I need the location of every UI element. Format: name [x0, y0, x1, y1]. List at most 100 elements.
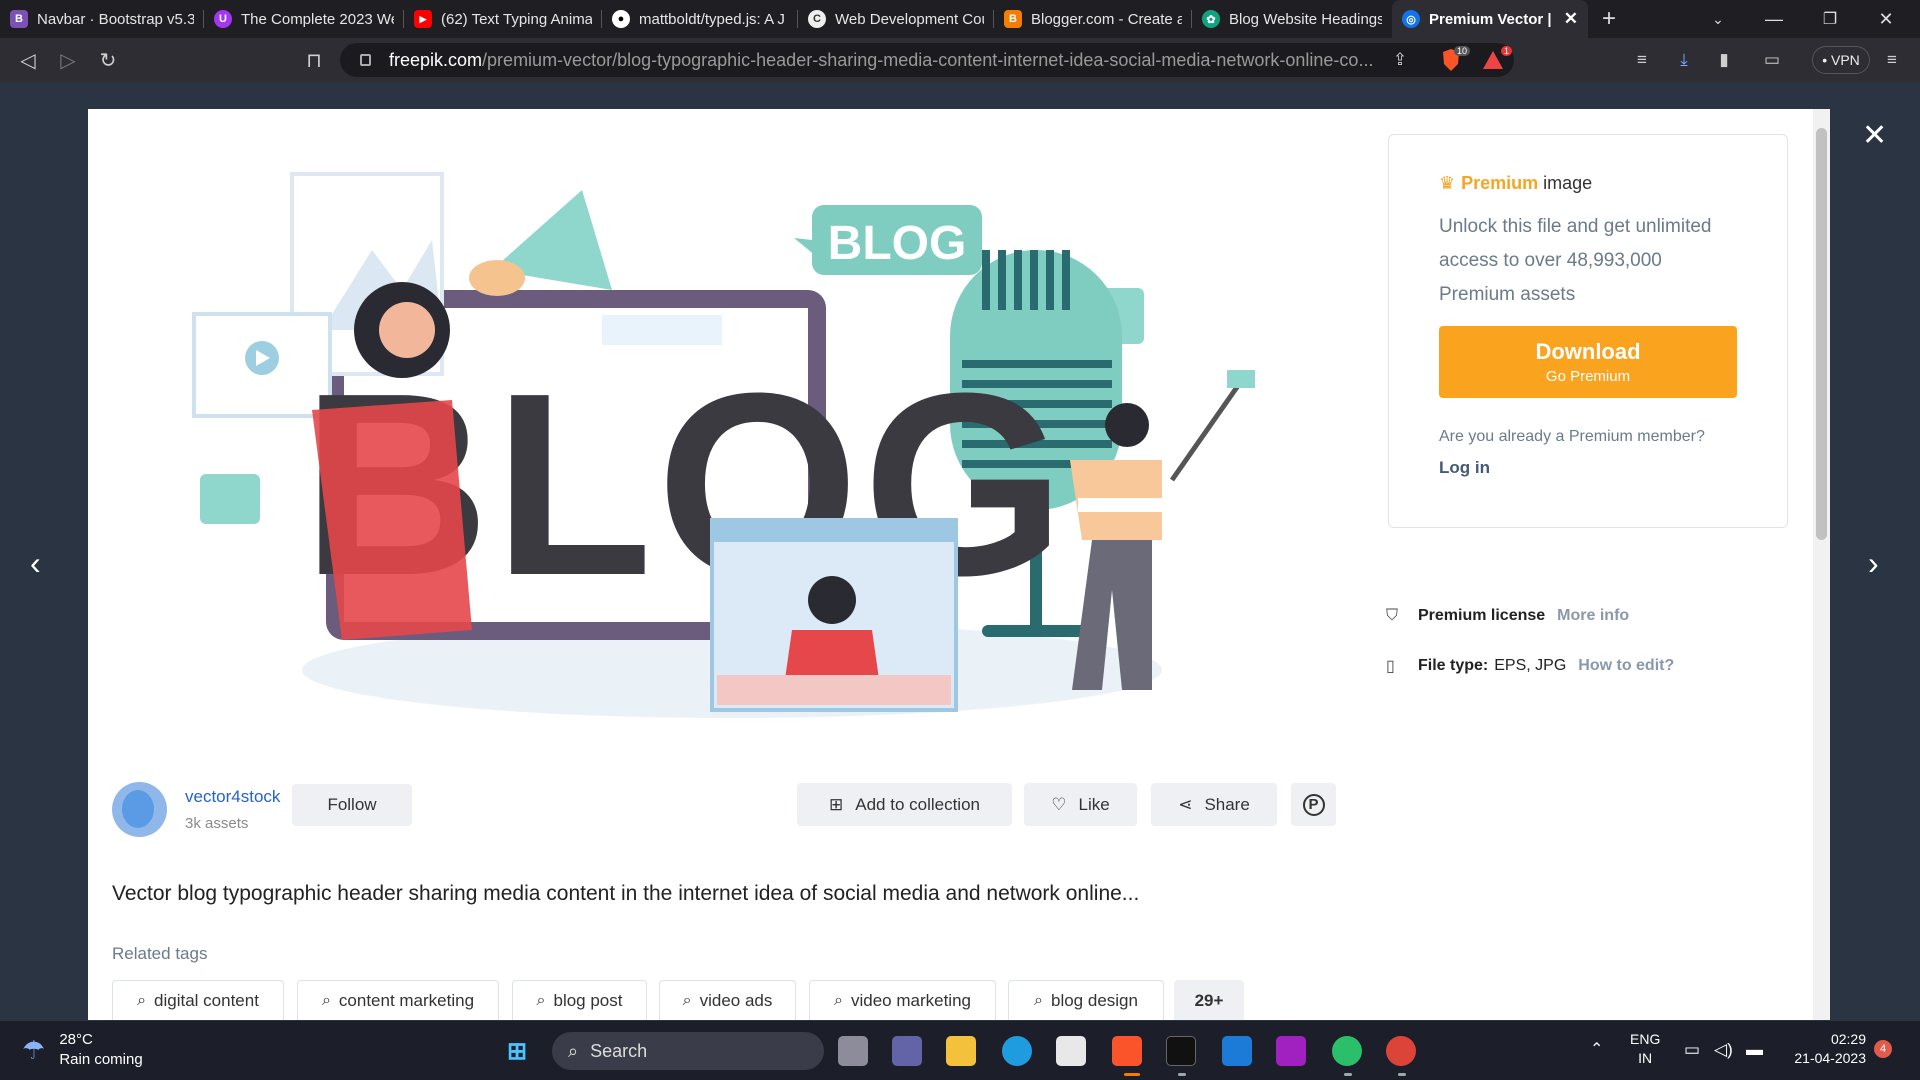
close-modal-icon[interactable]: ✕ — [1862, 118, 1887, 153]
tab-search-chevron-icon[interactable]: ⌄ — [1690, 0, 1746, 38]
windows-start-icon[interactable]: ⊞ — [502, 1036, 532, 1066]
tab-udemy[interactable]: U The Complete 2023 We — [204, 0, 404, 38]
minimize-button[interactable]: — — [1746, 0, 1802, 38]
chatgpt-app-icon[interactable] — [1332, 1036, 1362, 1066]
new-tab-button[interactable]: + — [1602, 5, 1632, 33]
teams-chat-icon[interactable] — [892, 1036, 922, 1066]
udemy-icon: U — [214, 10, 232, 28]
rain-cloud-icon: ☂ — [22, 1034, 46, 1065]
tab-title: (62) Text Typing Anima — [441, 10, 592, 28]
intellij-icon[interactable] — [1276, 1036, 1306, 1066]
language-code: ENG — [1630, 1031, 1661, 1047]
tab-chatgpt[interactable]: ✿ Blog Website Headings — [1192, 0, 1392, 38]
rewards-count: 1 — [1500, 46, 1512, 56]
store-icon[interactable] — [1056, 1036, 1086, 1066]
login-link[interactable]: Log in — [1439, 458, 1737, 478]
pinterest-button[interactable]: P — [1291, 783, 1336, 826]
scrollbar-thumb[interactable] — [1816, 128, 1827, 540]
restore-button[interactable]: ❐ — [1802, 0, 1858, 38]
vpn-button[interactable]: • VPN — [1812, 46, 1870, 74]
search-icon: ⌕ — [1034, 992, 1043, 1009]
tray-overflow-icon[interactable]: ⌃ — [1590, 1040, 1603, 1059]
temperature: 28°C — [59, 1031, 93, 1048]
previous-image-arrow-icon[interactable]: ‹ — [30, 545, 41, 582]
brave-rewards-icon[interactable]: 1 — [1478, 46, 1512, 74]
tab-github[interactable]: ● mattboldt/typed.js: A J — [602, 0, 798, 38]
tab-web-dev[interactable]: C Web Development Cou — [798, 0, 994, 38]
download-button[interactable]: Download Go Premium — [1439, 326, 1737, 398]
tag-blog-post[interactable]: ⌕ blog post — [512, 980, 647, 1022]
reload-button[interactable]: ↻ — [88, 38, 128, 82]
task-view-icon[interactable] — [838, 1036, 868, 1066]
tag-label: content marketing — [338, 991, 475, 1010]
brave-browser-icon[interactable] — [1112, 1036, 1142, 1066]
tab-navbar-bootstrap[interactable]: B Navbar · Bootstrap v5.3 — [0, 0, 204, 38]
file-explorer-icon[interactable] — [946, 1036, 976, 1066]
image-label: image — [1543, 173, 1593, 193]
address-bar[interactable]: freepik.com/premium-vector/blog-typograp… — [340, 43, 1514, 77]
tab-youtube[interactable]: ▶ (62) Text Typing Anima — [404, 0, 602, 38]
tab-freepik-active[interactable]: ◎ Premium Vector | V ✕ — [1392, 0, 1588, 38]
like-button[interactable]: ♡ Like — [1024, 783, 1137, 826]
share-button[interactable]: ⋖ Share — [1151, 783, 1277, 826]
search-label: Search — [590, 1040, 648, 1061]
share-page-icon[interactable]: ⇪ — [1386, 46, 1414, 74]
chrome-icon[interactable] — [1386, 1036, 1416, 1066]
wallet-icon[interactable]: ▭ — [1758, 46, 1786, 74]
search-icon: ⌕ — [536, 992, 546, 1009]
heart-icon: ♡ — [1051, 794, 1067, 814]
bookmark-icon[interactable]: ⊓ — [294, 38, 334, 82]
sidebar-icon[interactable]: ▮ — [1710, 46, 1738, 74]
close-window-button[interactable]: ✕ — [1858, 0, 1914, 38]
forward-button[interactable]: ▷ — [48, 38, 88, 82]
close-tab-icon[interactable]: ✕ — [1564, 9, 1578, 29]
brave-shields-icon[interactable]: 10 — [1436, 46, 1470, 74]
search-icon: ⌕ — [137, 992, 147, 1009]
vscode-icon[interactable] — [1222, 1036, 1252, 1066]
follow-button[interactable]: Follow — [292, 784, 412, 826]
download-icon[interactable]: ⤓ — [1670, 46, 1698, 74]
tag-blog-design[interactable]: ⌕ blog design — [1008, 980, 1164, 1022]
network-icon[interactable]: ▭ — [1684, 1040, 1700, 1059]
tab-blogger[interactable]: B Blogger.com - Create a — [994, 0, 1192, 38]
edge-icon[interactable] — [1002, 1036, 1032, 1066]
search-icon: ⌕ — [834, 992, 843, 1009]
more-info-link[interactable]: More info — [1557, 607, 1629, 625]
tag-video-ads[interactable]: ⌕ video ads — [659, 980, 796, 1022]
playlist-icon[interactable]: ≡ — [1628, 46, 1656, 74]
tab-title: The Complete 2023 We — [241, 10, 394, 28]
terminal-icon[interactable] — [1166, 1036, 1196, 1066]
clock[interactable]: 02:29 21-04-2023 — [1786, 1030, 1866, 1068]
share-icon: ⋖ — [1178, 794, 1193, 814]
image-caption: Vector blog typographic header sharing m… — [112, 882, 1140, 905]
add-to-collection-button[interactable]: ⊞ Add to collection — [797, 783, 1012, 826]
tag-digital-content[interactable]: ⌕ digital content — [112, 980, 284, 1022]
taskbar-search[interactable]: ⌕ Search — [552, 1032, 824, 1070]
tag-video-marketing[interactable]: ⌕ video marketing — [809, 980, 996, 1022]
notification-badge[interactable]: 4 — [1874, 1040, 1892, 1058]
codehelp-icon: C — [808, 10, 826, 28]
filetype-value: EPS, JPG — [1494, 657, 1567, 674]
battery-icon[interactable]: ▬ — [1746, 1040, 1763, 1059]
filetype-row: ▯ File type: EPS, JPG How to edit? — [1386, 656, 1674, 676]
next-image-arrow-icon[interactable]: › — [1868, 545, 1879, 582]
youtube-icon: ▶ — [414, 10, 432, 28]
volume-icon[interactable]: ◁) — [1714, 1040, 1733, 1059]
tab-title: mattboldt/typed.js: A J — [639, 10, 785, 28]
running-app-indicator — [1178, 1073, 1186, 1076]
weather-widget[interactable]: ☂ 28°C Rain coming — [22, 1030, 143, 1070]
date: 21-04-2023 — [1794, 1050, 1866, 1066]
pinterest-icon: P — [1302, 793, 1325, 816]
author-assets-count: 3k assets — [185, 815, 249, 832]
language-indicator[interactable]: ENG IN — [1630, 1030, 1660, 1068]
how-to-edit-link[interactable]: How to edit? — [1578, 657, 1674, 675]
premium-panel: ♛ Premium image Unlock this file and get… — [1388, 134, 1788, 528]
forecast: Rain coming — [59, 1051, 143, 1068]
back-button[interactable]: ◁ — [8, 38, 48, 82]
more-tags-button[interactable]: 29+ — [1174, 980, 1244, 1022]
avatar[interactable] — [112, 782, 167, 837]
author-name-link[interactable]: vector4stock — [185, 787, 280, 807]
menu-icon[interactable]: ≡ — [1880, 46, 1904, 74]
url-path: /premium-vector/blog-typographic-header-… — [482, 49, 1374, 70]
tag-content-marketing[interactable]: ⌕ content marketing — [297, 980, 499, 1022]
